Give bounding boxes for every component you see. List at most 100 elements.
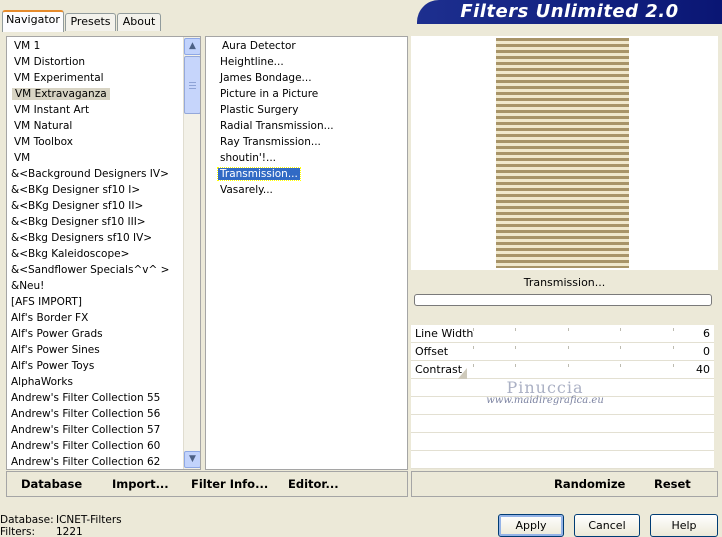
help-button[interactable]: Help <box>650 514 718 537</box>
category-item[interactable]: Alf's Power Sines <box>7 342 183 358</box>
filter-item-label: shoutin'!... <box>220 152 277 164</box>
slider-tick <box>620 346 621 349</box>
tab-about[interactable]: About <box>117 13 161 31</box>
empty-param-row <box>411 415 714 433</box>
filter-item[interactable]: Transmission... <box>206 166 406 182</box>
slider-tick <box>620 328 621 331</box>
slider-tick <box>620 364 621 367</box>
category-item[interactable]: VM Experimental <box>7 70 183 86</box>
filter-item-label: Picture in a Picture <box>220 88 319 100</box>
category-item[interactable]: VM Extravaganza <box>7 86 183 102</box>
filter-item[interactable]: Plastic Surgery <box>206 102 406 118</box>
filter-item[interactable]: Ray Transmission... <box>206 134 406 150</box>
category-item[interactable]: Alf's Border FX <box>7 310 183 326</box>
database-label: Database: <box>0 514 54 526</box>
filters-label: Filters: <box>0 526 36 537</box>
param-row[interactable]: Contrast 40 <box>411 361 714 380</box>
status-filters: Filters: 1221 <box>0 526 83 537</box>
filter-item[interactable]: Radial Transmission... <box>206 118 406 134</box>
filter-item[interactable]: Aura Detector <box>206 38 406 54</box>
param-row[interactable]: Line Width 6 <box>411 325 714 343</box>
empty-param-row <box>411 379 714 397</box>
category-item[interactable]: VM Instant Art <box>7 102 183 118</box>
cancel-button[interactable]: Cancel <box>574 514 640 537</box>
param-slider[interactable] <box>473 328 683 340</box>
category-item[interactable]: Alf's Power Grads <box>7 326 183 342</box>
filter-item[interactable]: Picture in a Picture <box>206 86 406 102</box>
apply-button[interactable]: Apply <box>498 514 564 537</box>
category-item[interactable]: &<Sandflower Specials^v^ > <box>7 262 183 278</box>
filter-item-label: Transmission... <box>217 167 301 181</box>
preview-caption: Transmission... <box>523 276 606 289</box>
category-item[interactable]: &<Bkg Designer sf10 III> <box>7 214 183 230</box>
filter-item[interactable]: Heightline... <box>206 54 406 70</box>
filter-item-label: Vasarely... <box>220 184 273 196</box>
slider-tick <box>515 364 516 367</box>
tab-navigator[interactable]: Navigator <box>2 10 64 32</box>
category-item[interactable]: VM Natural <box>7 118 183 134</box>
category-item[interactable]: Andrew's Filter Collection 62 <box>7 454 183 469</box>
filter-item-label: Plastic Surgery <box>220 104 299 116</box>
progress-bar <box>414 294 712 306</box>
filter-item-label: Heightline... <box>220 56 284 68</box>
tab-presets[interactable]: Presets <box>65 13 116 31</box>
category-selected-highlight: VM Extravaganza <box>12 88 110 100</box>
filter-list[interactable]: Aura Detector Heightline... James Bondage.… <box>205 36 408 470</box>
status-database: Database: ICNET-Filters <box>0 514 122 526</box>
param-label: Contrast <box>415 363 463 376</box>
left-toolbar: Database Import... Filter Info... Editor… <box>6 471 408 497</box>
category-item[interactable]: &Neu! <box>7 278 183 294</box>
filter-item[interactable]: shoutin'!... <box>206 150 406 166</box>
slider-tick <box>567 364 569 367</box>
category-item[interactable]: VM <box>7 150 183 166</box>
category-item[interactable]: &<BKg Designer sf10 II> <box>7 198 183 214</box>
randomize-button[interactable]: Randomize <box>554 477 625 491</box>
category-item[interactable]: &<Background Designers IV> <box>7 166 183 182</box>
param-value: 40 <box>696 363 710 376</box>
scroll-thumb[interactable] <box>184 56 200 114</box>
category-item[interactable]: Andrew's Filter Collection 57 <box>7 422 183 438</box>
param-slider[interactable] <box>473 346 683 358</box>
database-button[interactable]: Database <box>21 477 82 491</box>
category-item[interactable]: &<Bkg Kaleidoscope> <box>7 246 183 262</box>
filter-info-button[interactable]: Filter Info... <box>191 477 268 491</box>
scroll-down-button[interactable]: ▼ <box>184 451 200 468</box>
app-title-banner: Filters Unlimited 2.0 <box>417 0 722 24</box>
category-item[interactable]: &<BKg Designer sf10 I> <box>7 182 183 198</box>
filter-item-label: Radial Transmission... <box>220 120 334 132</box>
param-label: Line Width <box>415 327 474 340</box>
category-list[interactable]: VM 1 VM Distortion VM Experimental VM Extra… <box>6 36 201 470</box>
category-item[interactable]: VM Distortion <box>7 54 183 70</box>
reset-button[interactable]: Reset <box>654 477 691 491</box>
slider-tick <box>515 346 516 349</box>
filter-items: Aura Detector Heightline... James Bondage.… <box>206 38 406 198</box>
empty-param-row <box>411 451 714 469</box>
category-scrollbar[interactable]: ▲ ▼ <box>183 37 200 469</box>
category-item[interactable]: Andrew's Filter Collection 60 <box>7 438 183 454</box>
category-item[interactable]: Alf's Power Toys <box>7 358 183 374</box>
scroll-up-button[interactable]: ▲ <box>184 38 200 55</box>
import-button[interactable]: Import... <box>112 477 169 491</box>
slider-tick <box>567 346 569 349</box>
editor-button[interactable]: Editor... <box>288 477 339 491</box>
category-item[interactable]: VM 1 <box>7 38 183 54</box>
category-item[interactable]: AlphaWorks <box>7 374 183 390</box>
param-slider[interactable] <box>457 364 683 380</box>
category-item[interactable]: [AFS IMPORT] <box>7 294 183 310</box>
param-value: 6 <box>703 327 710 340</box>
preview-image <box>496 38 629 268</box>
slider-tick <box>473 346 474 349</box>
database-value: ICNET-Filters <box>56 514 122 526</box>
category-item[interactable]: Andrew's Filter Collection 55 <box>7 390 183 406</box>
filter-item-label: Ray Transmission... <box>220 136 321 148</box>
category-item[interactable]: &<Bkg Designers sf10 IV> <box>7 230 183 246</box>
filters-value: 1221 <box>56 526 83 537</box>
filter-item[interactable]: Vasarely... <box>206 182 406 198</box>
empty-param-row <box>411 397 714 415</box>
param-label: Offset <box>415 345 449 358</box>
param-value: 0 <box>703 345 710 358</box>
category-item[interactable]: Andrew's Filter Collection 56 <box>7 406 183 422</box>
param-row[interactable]: Offset 0 <box>411 343 714 361</box>
filter-item[interactable]: James Bondage... <box>206 70 406 86</box>
category-item[interactable]: VM Toolbox <box>7 134 183 150</box>
